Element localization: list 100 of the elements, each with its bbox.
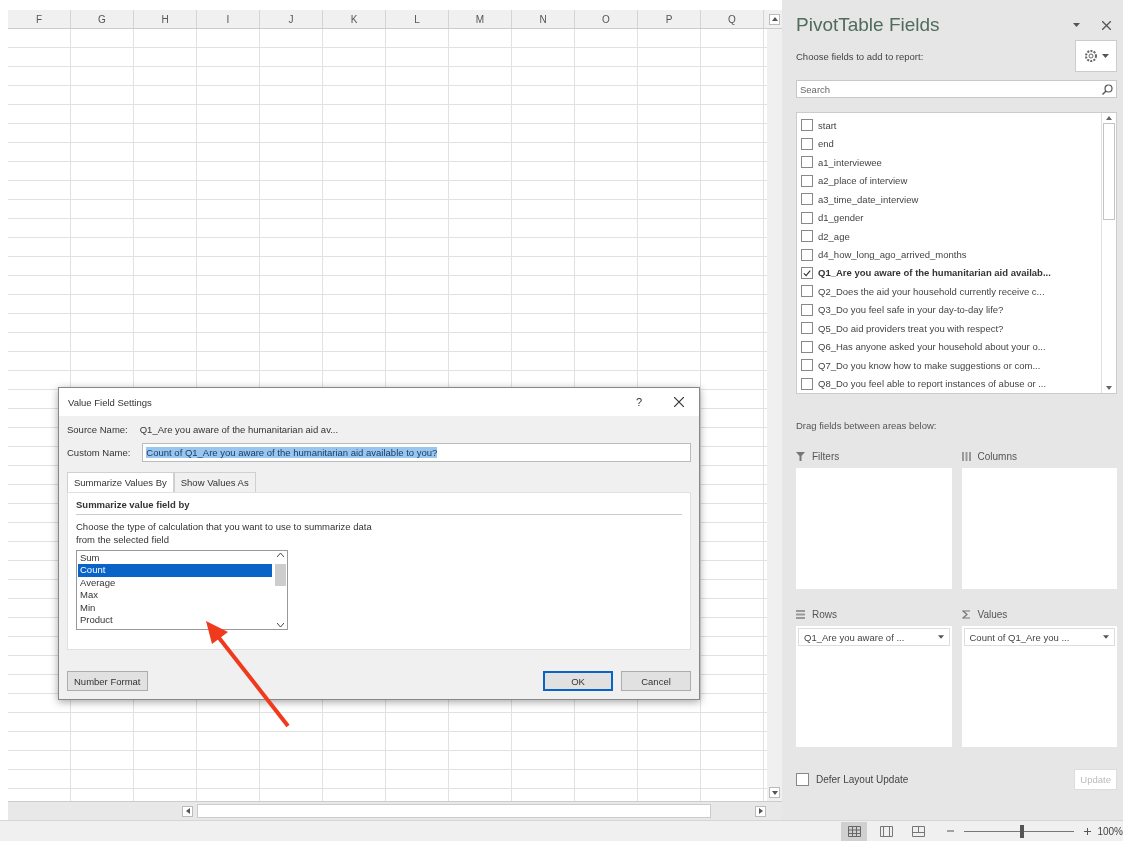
field-label[interactable]: a1_interviewee [818, 156, 882, 168]
field-label[interactable]: Q3_Do you feel safe in your day-to-day life? [818, 304, 1004, 316]
field-checkbox[interactable] [801, 285, 813, 298]
function-option[interactable]: Average [78, 576, 272, 590]
close-icon[interactable] [674, 397, 684, 407]
zoom-in-icon[interactable] [1084, 827, 1092, 835]
function-listbox[interactable]: Sum Count Average Max Min Product [76, 549, 288, 630]
field-checkbox[interactable] [801, 211, 813, 224]
field-checkbox[interactable] [801, 156, 813, 169]
field-label[interactable]: end [818, 138, 834, 150]
field-checkbox[interactable] [801, 119, 813, 132]
field-checkbox[interactable] [801, 377, 813, 390]
scroll-left-button[interactable] [182, 805, 193, 817]
triangle-up-icon [771, 17, 778, 21]
field-checkbox[interactable] [801, 230, 813, 243]
help-button[interactable]: ? [619, 396, 659, 408]
custom-name-field[interactable]: Count of Q1_Are you aware of the humanitarian aid available to you? [142, 443, 691, 462]
field-label[interactable]: Q1_Are you aware of the humanitarian aid availab... [818, 267, 1051, 279]
field-label[interactable]: a2_place of interview [818, 175, 908, 187]
grid-view-icon [847, 825, 861, 837]
area-label: Rows [812, 609, 837, 620]
function-option[interactable]: Min [78, 601, 272, 615]
ok-button[interactable]: OK [543, 671, 613, 691]
column-header[interactable]: K [323, 10, 386, 28]
column-header[interactable]: N [512, 10, 575, 28]
triangle-down-icon [771, 790, 778, 795]
column-header[interactable]: O [575, 10, 638, 28]
triangle-right-icon [758, 808, 763, 814]
column-header[interactable]: P [638, 10, 701, 28]
area-label: Columns [977, 451, 1017, 462]
scroll-down-icon[interactable] [1106, 386, 1112, 390]
number-format-button[interactable]: Number Format [67, 671, 148, 691]
section-title: Summarize value field by [76, 499, 682, 515]
horizontal-scrollbar[interactable] [197, 804, 711, 818]
scroll-down-button[interactable] [769, 787, 780, 798]
column-header[interactable]: H [134, 10, 197, 28]
column-header[interactable]: Q [701, 10, 764, 28]
page-layout-icon [879, 825, 893, 837]
field-label[interactable]: Q5_Do aid providers treat you with respect? [818, 322, 1004, 334]
area-label: Filters [812, 451, 840, 462]
function-option[interactable]: Sum [78, 551, 272, 565]
defer-label[interactable]: Defer Layout Update [816, 774, 909, 785]
field-checkbox[interactable] [801, 303, 813, 316]
field-checkbox[interactable] [801, 193, 813, 206]
source-name-value: Q1_Are you aware of the humanitarian aid av... [139, 424, 339, 435]
column-header[interactable]: J [260, 10, 323, 28]
field-label[interactable]: start [818, 119, 837, 131]
scroll-right-button[interactable] [755, 805, 766, 817]
column-header[interactable]: G [71, 10, 134, 28]
close-icon[interactable] [1102, 20, 1111, 30]
zoom-level-label[interactable]: 100% [1097, 825, 1123, 837]
drop-area[interactable]: Count of Q1_Are you ... [961, 626, 1117, 747]
column-header[interactable]: M [449, 10, 512, 28]
field-checkbox[interactable] [801, 174, 813, 187]
field-checkbox[interactable] [801, 322, 813, 335]
field-checkbox[interactable] [801, 248, 813, 261]
function-option[interactable]: Product [78, 614, 272, 627]
scroll-up-button[interactable] [769, 13, 780, 25]
defer-checkbox[interactable] [796, 773, 809, 786]
field-label[interactable]: d2_age [818, 230, 850, 242]
area-field-button[interactable]: Q1_Are you aware of ... [798, 628, 950, 646]
page-break-icon [911, 825, 925, 837]
field-label[interactable]: d1_gender [818, 212, 864, 224]
triangle-left-icon [185, 808, 190, 814]
field-checkbox[interactable] [801, 340, 813, 353]
function-option[interactable]: Max [78, 589, 272, 602]
tools-button[interactable] [1075, 40, 1117, 72]
scrollbar-thumb[interactable] [1103, 123, 1115, 220]
column-header[interactable]: I [197, 10, 260, 28]
sigma-icon [961, 610, 971, 619]
caret-icon [937, 635, 944, 639]
field-label[interactable]: Q6_Has anyone asked your household about your o... [818, 341, 1046, 353]
scrollbar-thumb[interactable] [274, 563, 286, 586]
area-label: Values [977, 609, 1008, 620]
dialog-tab[interactable]: Summarize Values By [67, 472, 174, 492]
view-button[interactable] [841, 821, 868, 841]
scroll-down-icon[interactable] [276, 622, 284, 627]
search-field[interactable]: Search [796, 80, 1117, 98]
area-field-button[interactable]: Count of Q1_Are you ... [963, 628, 1115, 646]
field-checkbox[interactable] [801, 137, 813, 150]
custom-name-label: Custom Name: [67, 447, 131, 458]
column-header[interactable]: L [386, 10, 449, 28]
filter-icon [796, 452, 805, 461]
field-label[interactable]: Q7_Do you know how to make suggestions or com... [818, 359, 1041, 371]
zoom-slider-thumb[interactable] [1019, 824, 1024, 838]
dropdown-caret-icon [1073, 23, 1080, 27]
field-label[interactable]: d4_how_long_ago_arrived_months [818, 249, 967, 260]
choose-fields-label: Choose fields to add to report: [796, 50, 924, 62]
field-label[interactable]: a3_time_date_interview [818, 193, 919, 205]
field-checkbox[interactable] [801, 359, 813, 372]
scroll-up-icon[interactable] [276, 552, 284, 557]
dialog-tab[interactable]: Show Values As [173, 472, 256, 492]
field-label[interactable]: Q2_Does the aid your household currently receive c... [818, 285, 1045, 297]
scroll-up-icon[interactable] [1106, 116, 1112, 120]
function-option[interactable]: Count [78, 564, 272, 577]
cancel-button[interactable]: Cancel [621, 671, 691, 691]
field-checkbox[interactable] [801, 267, 813, 279]
column-header[interactable]: F [8, 10, 71, 28]
drop-area[interactable]: Q1_Are you aware of ... [796, 626, 952, 747]
field-label[interactable]: Q8_Do you feel able to report instances of abuse or ... [818, 378, 1047, 390]
